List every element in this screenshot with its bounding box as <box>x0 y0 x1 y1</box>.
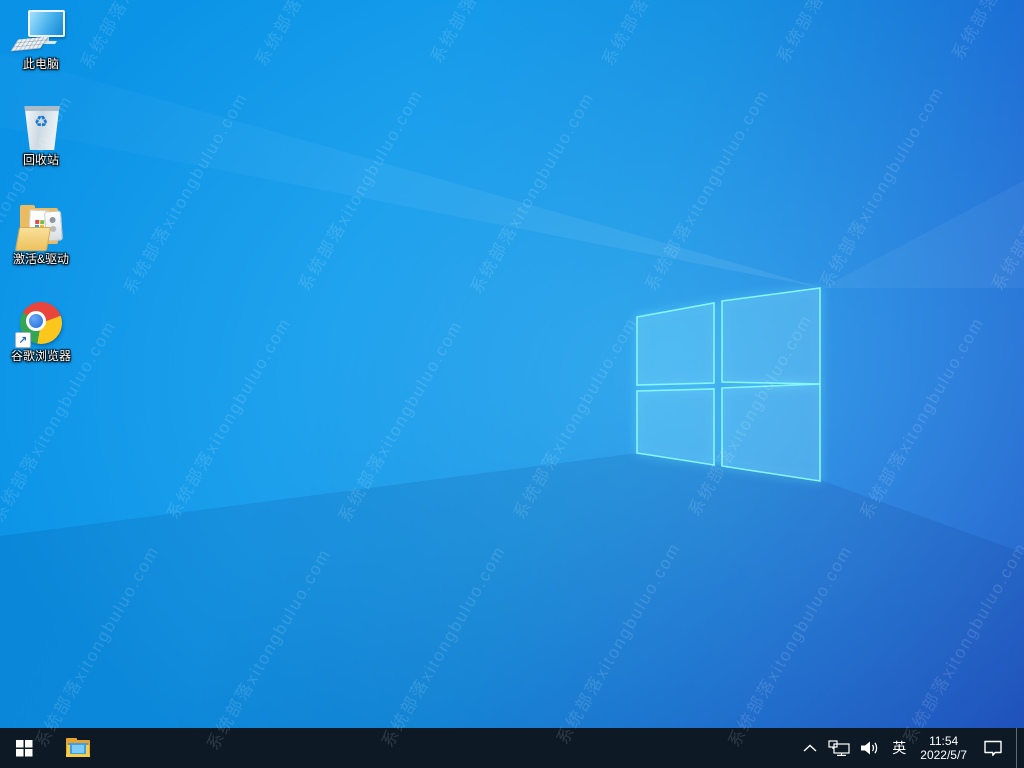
volume-tray-button[interactable] <box>855 728 885 768</box>
desktop-icon-label: 此电脑 <box>22 57 59 71</box>
taskbar: 英 11:54 2022/5/7 <box>0 728 1024 768</box>
wallpaper-light-beam <box>822 180 1024 288</box>
show-hidden-icons-button[interactable] <box>797 728 823 768</box>
wallpaper-light-beam <box>0 53 823 288</box>
recycle-bin-icon: ♻ <box>15 104 67 152</box>
clock-time: 11:54 <box>929 734 959 748</box>
taskbar-empty-area <box>102 728 797 768</box>
show-desktop-button[interactable] <box>1017 728 1024 768</box>
chevron-up-icon <box>803 744 817 752</box>
taskbar-clock[interactable]: 11:54 2022/5/7 <box>913 734 974 762</box>
shortcut-arrow-icon: ↗ <box>15 332 31 348</box>
desktop-icon-chrome[interactable]: ↗ 谷歌浏览器 <box>2 300 80 363</box>
open-folder-icon <box>14 203 67 251</box>
windows-logo <box>636 287 821 482</box>
wallpaper-shadow <box>0 453 1024 768</box>
chrome-icon: ↗ <box>15 300 67 348</box>
start-icon <box>15 739 33 757</box>
volume-icon <box>861 741 878 755</box>
desktop-icon-label: 谷歌浏览器 <box>10 349 71 363</box>
desktop-icon-activation-driver[interactable]: 激活&驱动 <box>2 203 80 266</box>
desktop-icon-this-pc[interactable]: 此电脑 <box>2 8 80 71</box>
file-explorer-icon <box>66 738 90 757</box>
computer-icon <box>10 8 67 56</box>
start-button[interactable] <box>0 728 48 768</box>
ime-indicator[interactable]: 英 <box>885 728 913 768</box>
desktop-icon-recycle-bin[interactable]: ♻ 回收站 <box>2 104 80 167</box>
action-center-icon <box>984 740 1002 756</box>
file-explorer-button[interactable] <box>54 728 102 768</box>
system-tray: 英 11:54 2022/5/7 <box>797 728 1024 768</box>
clock-date: 2022/5/7 <box>920 748 967 762</box>
network-tray-button[interactable] <box>823 728 855 768</box>
desktop-icon-label: 激活&驱动 <box>12 252 69 266</box>
desktop: 此电脑 ♻ 回收站 激活&驱动 ↗ 谷歌浏览器 英 11:54 2022/5/7 <box>0 0 1024 768</box>
desktop-icon-label: 回收站 <box>22 153 59 167</box>
watermark-overlay: 系统部落xitongbuluo.com 系统部落xitongbuluo.com … <box>0 0 1024 768</box>
action-center-button[interactable] <box>974 728 1012 768</box>
network-icon <box>828 739 850 756</box>
